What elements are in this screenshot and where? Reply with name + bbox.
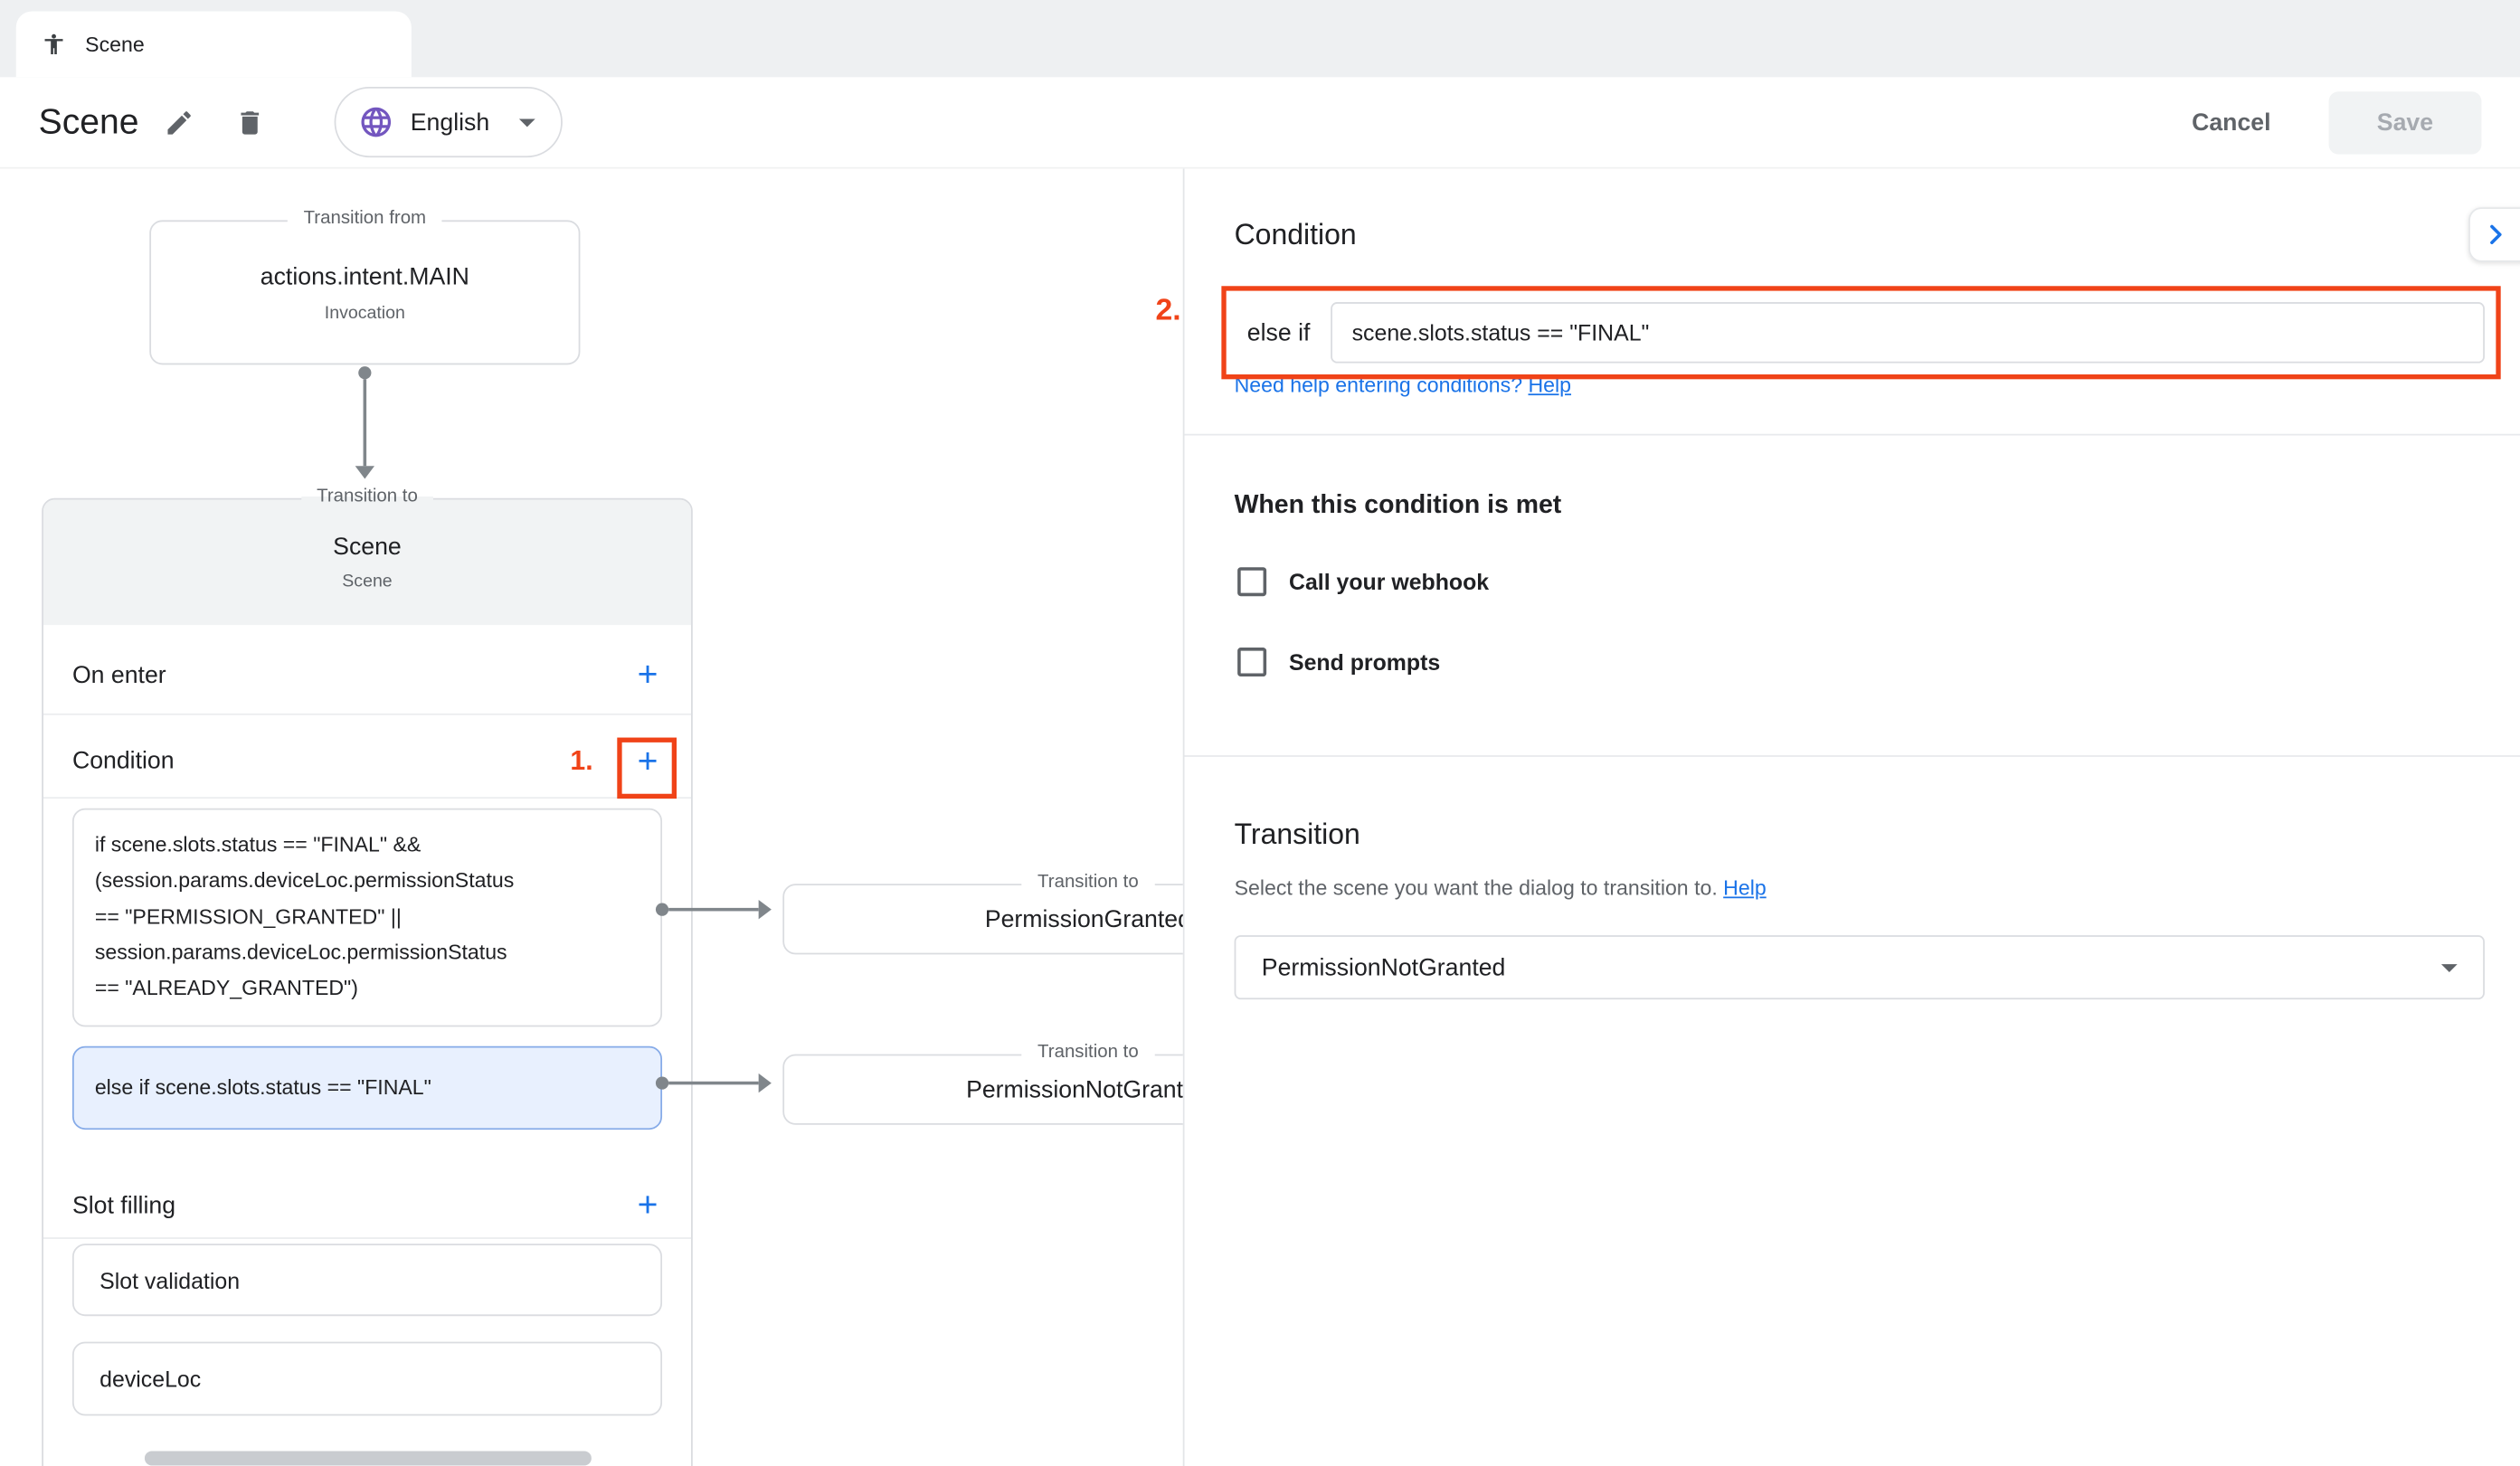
- transition-heading: Transition: [1235, 818, 1360, 851]
- node-permission-granted[interactable]: Transition to PermissionGranted: [782, 884, 1184, 954]
- transition-help-link[interactable]: Help: [1723, 875, 1767, 900]
- node-legend: Transition from: [288, 209, 442, 228]
- actions-console-app: Scene Scene English Cancel Save: [0, 0, 2520, 1466]
- intent-type: Invocation: [325, 303, 405, 322]
- connector-line: [668, 1082, 759, 1085]
- save-button[interactable]: Save: [2329, 90, 2482, 153]
- condition-heading: Condition: [1235, 219, 1357, 252]
- node-scene[interactable]: Transition to Scene Scene On enter + Con…: [42, 498, 693, 1466]
- transition-hint: Select the scene you want the dialog to …: [1235, 875, 1767, 900]
- condition-operator-dropdown[interactable]: else if: [1247, 319, 1311, 346]
- app-bar: Scene English Cancel Save: [0, 77, 2520, 168]
- pencil-icon: [164, 107, 194, 137]
- node-legend: Transition to: [300, 487, 433, 506]
- connector-line: [364, 379, 367, 466]
- trash-icon: [234, 107, 265, 137]
- arrow-right-icon: [759, 1073, 772, 1092]
- cancel-button[interactable]: Cancel: [2175, 96, 2287, 149]
- add-condition-button[interactable]: +: [623, 737, 671, 785]
- scene-node-title: Scene: [333, 534, 402, 561]
- send-prompts-checkbox[interactable]: [1237, 648, 1266, 676]
- arrow-right-icon: [759, 900, 772, 919]
- conditions-help-link[interactable]: Help: [1528, 373, 1571, 397]
- condition-item-else-if[interactable]: else if scene.slots.status == "FINAL": [72, 1045, 662, 1130]
- main-content: Transition from actions.intent.MAIN Invo…: [0, 169, 2520, 1466]
- section-slot-filling: Slot filling +: [43, 1173, 691, 1239]
- condition-editor-panel: Condition else if scene.slots.status == …: [1185, 169, 2520, 1466]
- divider: [1185, 755, 2520, 757]
- slot-item-validation[interactable]: Slot validation: [72, 1244, 662, 1317]
- add-slot-button[interactable]: +: [623, 1181, 671, 1229]
- condition-expression-row: else if scene.slots.status == "FINAL": [1247, 302, 2485, 364]
- scene-node-subtitle: Scene: [342, 572, 392, 591]
- scene-node-header: Scene Scene: [43, 500, 691, 626]
- arrow-down-icon: [355, 466, 374, 478]
- slot-item-deviceloc[interactable]: deviceLoc: [72, 1342, 662, 1416]
- transition-hint-text: Select the scene you want the dialog to …: [1235, 875, 1724, 900]
- prompts-option-row: Send prompts: [1237, 648, 1440, 676]
- webhook-option-row: Call your webhook: [1237, 567, 1489, 596]
- selected-scene-value: PermissionNotGranted: [1262, 954, 1506, 981]
- app-bar-actions: Cancel Save: [2175, 90, 2481, 153]
- add-on-enter-button[interactable]: +: [623, 651, 671, 699]
- person-icon: [42, 33, 66, 57]
- node-legend: Transition to: [1021, 873, 1154, 892]
- connector-dot: [656, 903, 668, 916]
- node-legend: Transition to: [1021, 1043, 1154, 1062]
- section-label: On enter: [72, 661, 166, 688]
- collapse-panel-button[interactable]: [2468, 207, 2520, 261]
- checkbox-label: Call your webhook: [1289, 569, 1489, 594]
- edit-scene-button[interactable]: [148, 91, 210, 153]
- node-invocation-intent[interactable]: Transition from actions.intent.MAIN Invo…: [149, 220, 580, 364]
- condition-expression-input[interactable]: scene.slots.status == "FINAL": [1331, 302, 2485, 364]
- tab-scene[interactable]: Scene: [16, 11, 412, 77]
- connector-line: [668, 908, 759, 912]
- node-permission-not-granted[interactable]: Transition to PermissionNotGranted: [782, 1055, 1184, 1125]
- scene-graph-pane: Transition from actions.intent.MAIN Invo…: [0, 169, 1185, 1466]
- help-prompt-text: Need help entering conditions?: [1235, 373, 1529, 397]
- section-label: Condition: [72, 747, 175, 774]
- when-condition-met-heading: When this condition is met: [1235, 492, 1562, 521]
- condition-item-if[interactable]: if scene.slots.status == "FINAL" && (ses…: [72, 809, 662, 1026]
- chevron-down-icon: [518, 118, 535, 127]
- horizontal-scrollbar-thumb[interactable]: [145, 1451, 592, 1465]
- chevron-down-icon: [2441, 963, 2458, 971]
- target-scene-name: PermissionGranted: [985, 905, 1185, 932]
- delete-scene-button[interactable]: [219, 91, 280, 153]
- intent-name: actions.intent.MAIN: [261, 263, 469, 290]
- chevron-right-icon: [2480, 219, 2513, 251]
- tab-strip: Scene: [0, 0, 2520, 77]
- target-scene-name: PermissionNotGranted: [966, 1076, 1184, 1103]
- tab-label: Scene: [85, 33, 145, 57]
- divider: [1185, 434, 2520, 436]
- conditions-help-line: Need help entering conditions? Help: [1235, 373, 1571, 397]
- globe-icon: [359, 104, 394, 139]
- connector-dot: [656, 1076, 668, 1089]
- call-webhook-checkbox[interactable]: [1237, 567, 1266, 596]
- connector-dot: [358, 366, 371, 379]
- language-label: English: [411, 109, 489, 136]
- language-selector[interactable]: English: [335, 87, 562, 157]
- transition-scene-select[interactable]: PermissionNotGranted: [1235, 935, 2485, 999]
- page-title: Scene: [39, 101, 139, 143]
- section-condition: Condition +: [43, 724, 691, 799]
- checkbox-label: Send prompts: [1289, 649, 1440, 675]
- section-on-enter: On enter +: [43, 637, 691, 715]
- section-label: Slot filling: [72, 1192, 175, 1219]
